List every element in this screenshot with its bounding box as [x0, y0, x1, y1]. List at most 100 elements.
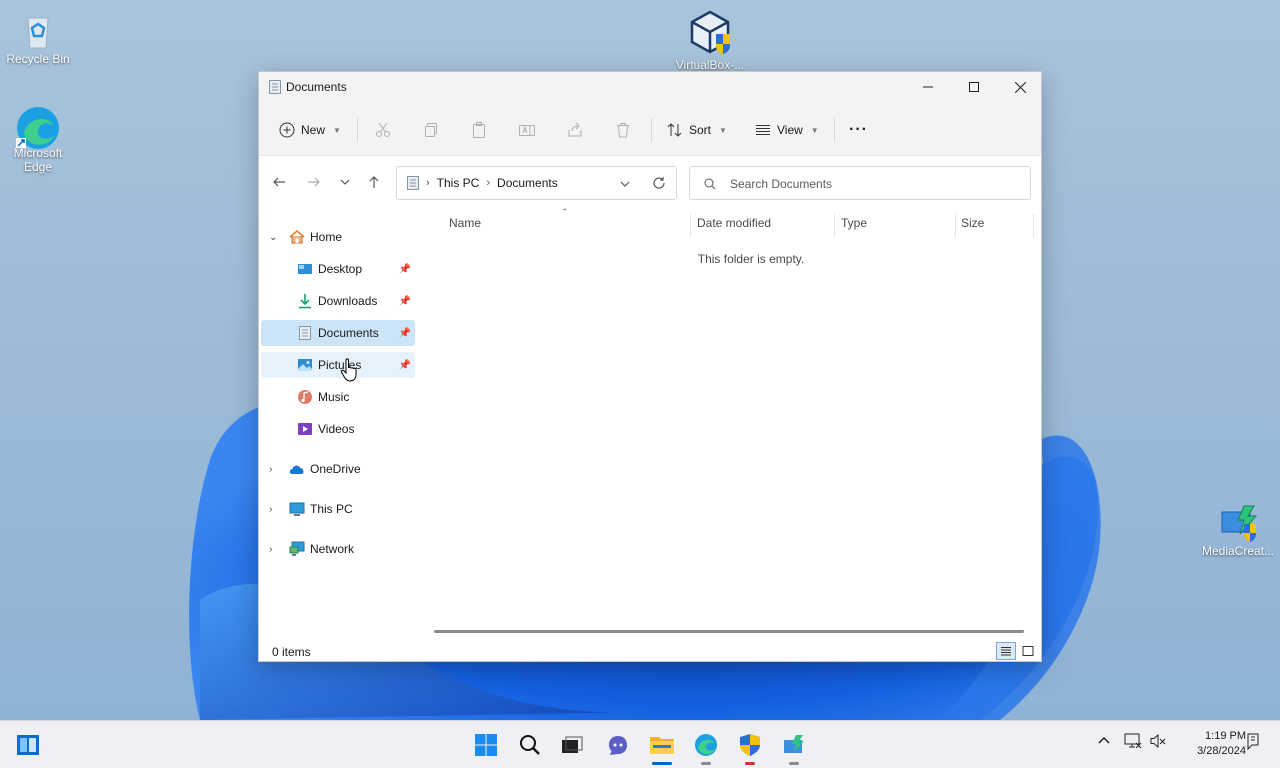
task-view-button[interactable] — [556, 729, 588, 761]
pin-icon[interactable]: 📌 — [399, 296, 411, 307]
recycle-bin-icon — [18, 10, 58, 50]
nav-item-desktop[interactable]: Desktop 📌 — [261, 256, 415, 282]
empty-folder-message: This folder is empty. — [697, 252, 805, 266]
start-button[interactable] — [470, 729, 502, 761]
column-divider[interactable] — [834, 214, 835, 238]
nav-label: This PC — [310, 502, 353, 516]
details-view-button[interactable] — [996, 642, 1016, 660]
tiles-view-button[interactable] — [1018, 642, 1038, 660]
desktop-icon-recycle-bin[interactable]: Recycle Bin — [0, 10, 76, 66]
close-button[interactable] — [997, 72, 1043, 102]
cut-button[interactable] — [375, 116, 391, 144]
breadcrumb-documents[interactable]: Documents — [497, 176, 558, 190]
edge-icon — [16, 104, 59, 149]
horizontal-scrollbar[interactable] — [434, 630, 1024, 633]
media-creation-taskbar-button[interactable] — [778, 729, 810, 765]
recent-locations-button[interactable] — [333, 168, 357, 196]
nav-item-onedrive[interactable]: › OneDrive — [261, 456, 415, 482]
volume-button[interactable] — [1150, 733, 1166, 752]
status-bar: 0 items — [259, 638, 1041, 662]
chevron-right-icon[interactable]: › — [486, 177, 490, 189]
nav-item-pictures[interactable]: Pictures 📌 — [261, 352, 415, 378]
security-taskbar-button[interactable] — [734, 729, 766, 765]
address-dropdown-icon[interactable] — [619, 178, 631, 190]
copy-button[interactable] — [423, 116, 439, 144]
shield-icon — [740, 734, 760, 756]
pin-icon[interactable]: 📌 — [399, 264, 411, 275]
up-button[interactable] — [362, 168, 386, 196]
column-header-date-modified[interactable]: Date modified — [697, 216, 771, 230]
maximize-button[interactable] — [951, 72, 997, 102]
running-indicator — [745, 762, 755, 765]
chevron-right-icon[interactable]: › — [269, 504, 272, 515]
nav-item-home[interactable]: ⌄ Home — [261, 224, 415, 250]
show-desktop-widget-button[interactable] — [12, 729, 44, 761]
nav-item-this-pc[interactable]: › This PC — [261, 496, 415, 522]
edge-taskbar-button[interactable] — [690, 729, 722, 765]
clipboard-icon — [473, 122, 485, 138]
windows-logo-icon — [475, 734, 497, 756]
address-bar[interactable]: › This PC › Documents — [396, 166, 677, 200]
search-button[interactable] — [514, 729, 546, 761]
nav-item-documents[interactable]: Documents 📌 — [261, 320, 415, 346]
sort-ascending-icon: ⌃ — [561, 207, 569, 217]
column-header-name[interactable]: Name — [449, 216, 481, 230]
show-hidden-icons-button[interactable] — [1096, 733, 1112, 752]
pin-icon[interactable]: 📌 — [399, 360, 411, 371]
column-header-size[interactable]: Size — [961, 216, 984, 230]
minimize-button[interactable] — [905, 72, 951, 102]
chevron-down-icon: ▼ — [719, 125, 727, 135]
desktop-icon-virtualbox[interactable]: VirtualBox-... — [672, 8, 748, 72]
breadcrumb: › This PC › Documents — [407, 176, 558, 190]
notification-icon — [1247, 733, 1259, 751]
active-indicator — [652, 762, 672, 765]
paste-button[interactable] — [471, 116, 487, 144]
pin-icon[interactable]: 📌 — [399, 328, 411, 339]
see-more-button[interactable]: ··· — [849, 116, 868, 144]
column-header-type[interactable]: Type — [841, 216, 867, 230]
new-button[interactable]: New ▼ — [279, 116, 341, 144]
notification-center-button[interactable] — [1246, 733, 1260, 754]
delete-button[interactable] — [615, 116, 631, 144]
nav-item-videos[interactable]: Videos — [261, 416, 415, 442]
running-indicator — [789, 762, 799, 765]
view-button[interactable]: View ▼ — [755, 116, 819, 144]
breadcrumb-this-pc[interactable]: This PC — [437, 176, 480, 190]
column-divider[interactable] — [1033, 214, 1034, 238]
desktop-icon-label: MediaCreat... — [1201, 544, 1275, 558]
item-count: 0 items — [272, 645, 311, 659]
cloud-icon — [289, 465, 304, 474]
nav-label: Videos — [318, 422, 355, 436]
chevron-right-icon[interactable]: › — [269, 544, 272, 555]
sort-button[interactable]: Sort ▼ — [667, 116, 727, 144]
command-bar: New ▼ Sort ▼ View ▼ ··· — [259, 102, 1041, 156]
column-divider[interactable] — [955, 214, 956, 238]
desktop-icon-microsoft-edge[interactable]: Microsoft Edge — [0, 104, 76, 174]
share-button[interactable] — [567, 116, 583, 144]
nav-item-network[interactable]: › Network — [261, 536, 415, 562]
nav-item-downloads[interactable]: Downloads 📌 — [261, 288, 415, 314]
refresh-icon[interactable] — [652, 176, 666, 190]
file-explorer-taskbar-button[interactable] — [646, 729, 678, 765]
chat-button[interactable] — [602, 729, 634, 761]
column-divider[interactable] — [690, 214, 691, 238]
tiles-view-icon — [1022, 646, 1034, 656]
nav-item-music[interactable]: Music — [261, 384, 415, 410]
nav-label: Desktop — [318, 262, 363, 276]
taskbar-clock[interactable]: 1:19 PM 3/28/2024 — [1176, 729, 1246, 759]
pictures-icon — [298, 359, 312, 371]
back-button[interactable] — [267, 168, 291, 196]
forward-button[interactable] — [302, 168, 326, 196]
chevron-down-icon: ▼ — [810, 125, 819, 135]
documents-folder-icon — [407, 176, 419, 190]
title-bar[interactable]: Documents — [259, 72, 1041, 102]
desktop-icon-media-creation-tool[interactable]: MediaCreat... — [1200, 502, 1276, 558]
arrow-right-icon — [308, 177, 320, 187]
close-icon — [1014, 81, 1026, 93]
media-creation-tool-icon — [1218, 502, 1258, 542]
network-status-button[interactable] — [1124, 733, 1142, 752]
chevron-right-icon[interactable]: › — [269, 464, 272, 475]
rename-button[interactable] — [519, 116, 535, 144]
chevron-down-icon[interactable]: ⌄ — [269, 232, 277, 243]
search-box[interactable]: Search Documents — [689, 166, 1031, 200]
